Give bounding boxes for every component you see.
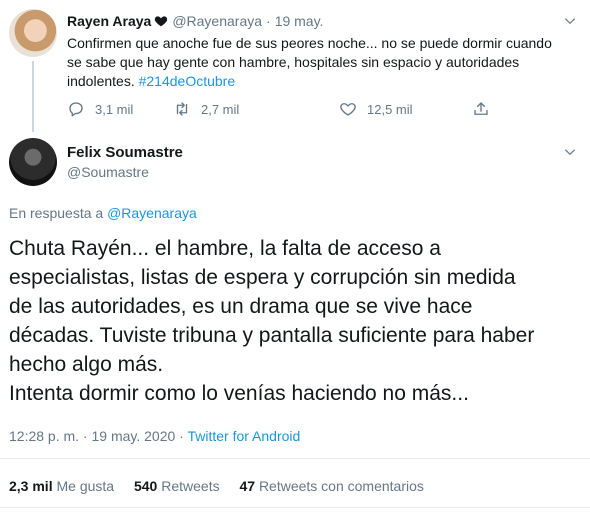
tweet-line: hecho algo más.	[9, 353, 164, 376]
reply-context: En respuesta a @Rayenaraya	[9, 204, 197, 222]
parent-tweet[interactable]: Rayen Araya @Rayenaraya · 19 may. Confirmen…	[0, 0, 590, 132]
likes-stat[interactable]: 2,3 mil Me gusta	[9, 478, 114, 494]
tweet-date[interactable]: 19 may.	[275, 13, 324, 29]
author-name[interactable]: Rayen Araya	[67, 13, 151, 29]
parent-tweet-header: Rayen Araya @Rayenaraya · 19 may.	[67, 12, 323, 30]
reply-prefix: En respuesta a	[9, 205, 104, 221]
like-count: 12,5 mil	[367, 101, 413, 117]
author-name[interactable]: Felix Soumastre	[67, 143, 183, 162]
quotes-stat[interactable]: 47 Retweets con comentarios	[239, 478, 423, 494]
share-icon	[474, 102, 488, 115]
parent-tweet-text: Confirmen que anoche fue de sus peores n…	[67, 34, 567, 91]
avatar[interactable]	[9, 9, 57, 57]
heart-glyph-icon	[155, 16, 168, 27]
author-handle[interactable]: @Rayenaraya	[172, 13, 262, 29]
author-handle[interactable]: @Soumastre	[67, 163, 149, 181]
tweet-line: Chuta Rayén... el hambre, la falta de ac…	[9, 237, 441, 260]
chevron-down-icon[interactable]	[563, 14, 577, 28]
retweet-button[interactable]: 2,7 mil	[173, 98, 239, 120]
retweet-icon	[176, 102, 188, 116]
thread-line	[32, 61, 34, 132]
chevron-down-icon[interactable]	[563, 145, 577, 159]
tweet-actions: 3,1 mil 2,7 mil 12,5 mil	[67, 98, 497, 120]
reply-button[interactable]: 3,1 mil	[67, 98, 133, 120]
divider	[0, 458, 590, 459]
reply-icon	[69, 102, 83, 117]
separator-dot: ·	[266, 13, 271, 29]
retweet-count: 2,7 mil	[201, 101, 240, 117]
retweets-stat[interactable]: 540 Retweets	[134, 478, 220, 494]
tweet-timestamp[interactable]: 12:28 p. m. · 19 may. 2020 ·	[9, 428, 187, 444]
reply-to-link[interactable]: @Rayenaraya	[107, 205, 197, 221]
tweet-line: décadas. Tuviste tribuna y pantalla sufi…	[9, 324, 535, 347]
divider	[0, 507, 590, 508]
tweet-stats: 2,3 mil Me gusta 540 Retweets 47 Retweet…	[9, 477, 440, 495]
tweet-meta: 12:28 p. m. · 19 may. 2020 · Twitter for…	[9, 427, 300, 445]
share-button[interactable]	[472, 98, 500, 120]
tweet-line: de las autoridades, es un drama que se v…	[9, 295, 473, 318]
tweet-source-link[interactable]: Twitter for Android	[187, 428, 300, 444]
tweet-line: Intenta dormir como lo venías haciendo n…	[9, 382, 469, 405]
main-tweet-text: Chuta Rayén... el hambre, la falta de ac…	[9, 234, 579, 408]
avatar[interactable]	[9, 138, 57, 186]
tweet-line: especialistas, listas de espera y corrup…	[9, 266, 516, 289]
like-button[interactable]: 12,5 mil	[339, 98, 413, 120]
reply-count: 3,1 mil	[95, 101, 134, 117]
hashtag-link[interactable]: #214deOctubre	[139, 73, 236, 89]
like-icon	[340, 103, 356, 116]
